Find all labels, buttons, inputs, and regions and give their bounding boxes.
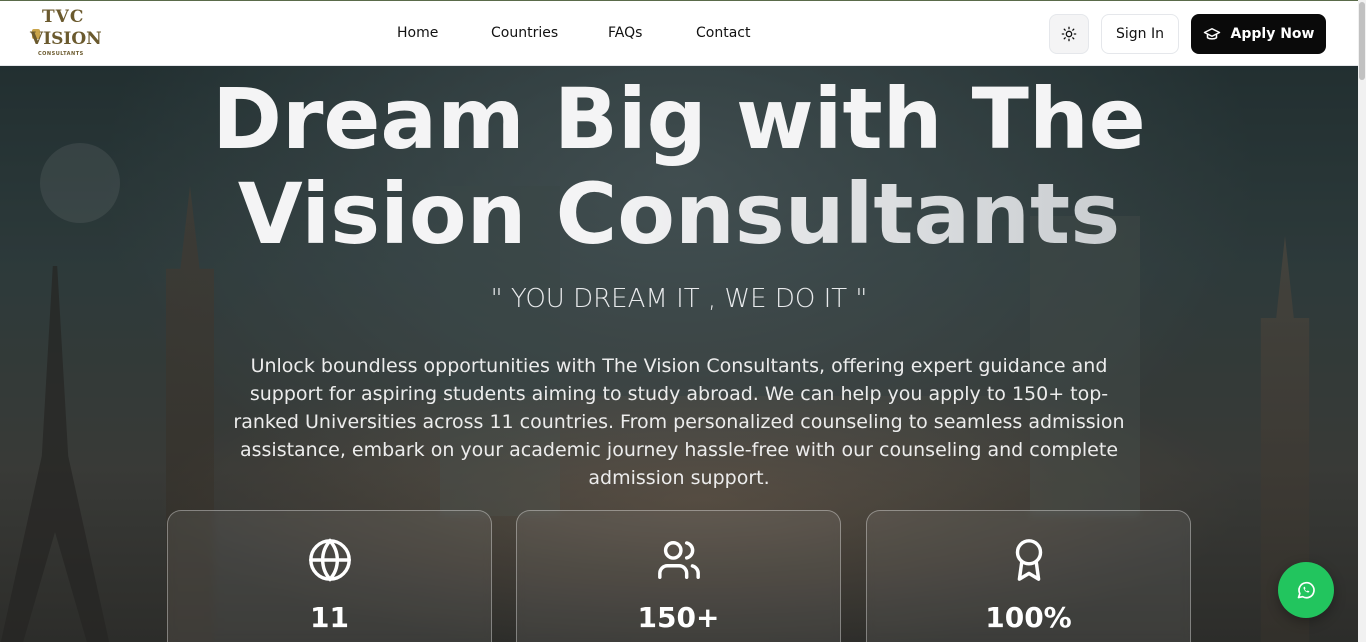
nav-item-home[interactable]: Home bbox=[397, 25, 438, 41]
whatsapp-chat-button[interactable] bbox=[1278, 562, 1334, 618]
hero-description: Unlock boundless opportunities with The … bbox=[233, 355, 1125, 489]
hero-title-line2: Vision Consultants bbox=[237, 165, 1121, 263]
brand-logo[interactable]: TVC VISION CONSULTANTS bbox=[30, 7, 102, 59]
users-icon bbox=[657, 541, 700, 579]
logo-text-sub: CONSULTANTS bbox=[38, 51, 84, 57]
nav-item-contact[interactable]: Contact bbox=[696, 25, 750, 41]
award-icon bbox=[1015, 539, 1042, 581]
logo-text-top: TVC bbox=[42, 7, 85, 27]
navbar: TVC VISION CONSULTANTS Home Countries FA… bbox=[0, 0, 1358, 66]
stat-card-universities: 150+ bbox=[516, 510, 841, 642]
stat-value-countries: 11 bbox=[310, 601, 349, 634]
stat-value-success: 100% bbox=[985, 601, 1072, 634]
logo-text-main: VISION bbox=[30, 29, 102, 49]
graduation-cap-icon bbox=[1203, 28, 1220, 40]
sign-in-label: Sign In bbox=[1116, 26, 1164, 42]
hero-title: Dream Big with The Vision Consultants bbox=[0, 72, 1358, 262]
whatsapp-icon bbox=[1297, 581, 1315, 599]
stat-card-success: 100% bbox=[866, 510, 1191, 642]
theme-toggle-button[interactable] bbox=[1049, 14, 1089, 54]
page-scrollbar[interactable] bbox=[1358, 0, 1366, 642]
hero-title-line1: Dream Big with The bbox=[212, 70, 1146, 168]
hero-section: Dream Big with The Vision Consultants " … bbox=[0, 66, 1358, 642]
nav-item-countries[interactable]: Countries bbox=[491, 25, 558, 41]
scrollbar-thumb[interactable] bbox=[1359, 2, 1365, 80]
stat-value-universities: 150+ bbox=[637, 601, 720, 634]
apply-now-label: Apply Now bbox=[1230, 26, 1315, 42]
sun-icon bbox=[1061, 26, 1077, 42]
nav-item-faqs[interactable]: FAQs bbox=[608, 25, 642, 41]
apply-now-button[interactable]: Apply Now bbox=[1191, 14, 1326, 54]
hero-tagline: " YOU DREAM IT , WE DO IT " bbox=[490, 284, 868, 314]
stat-card-countries: 11 bbox=[167, 510, 492, 642]
globe-icon bbox=[308, 538, 351, 582]
sign-in-button[interactable]: Sign In bbox=[1101, 14, 1179, 54]
